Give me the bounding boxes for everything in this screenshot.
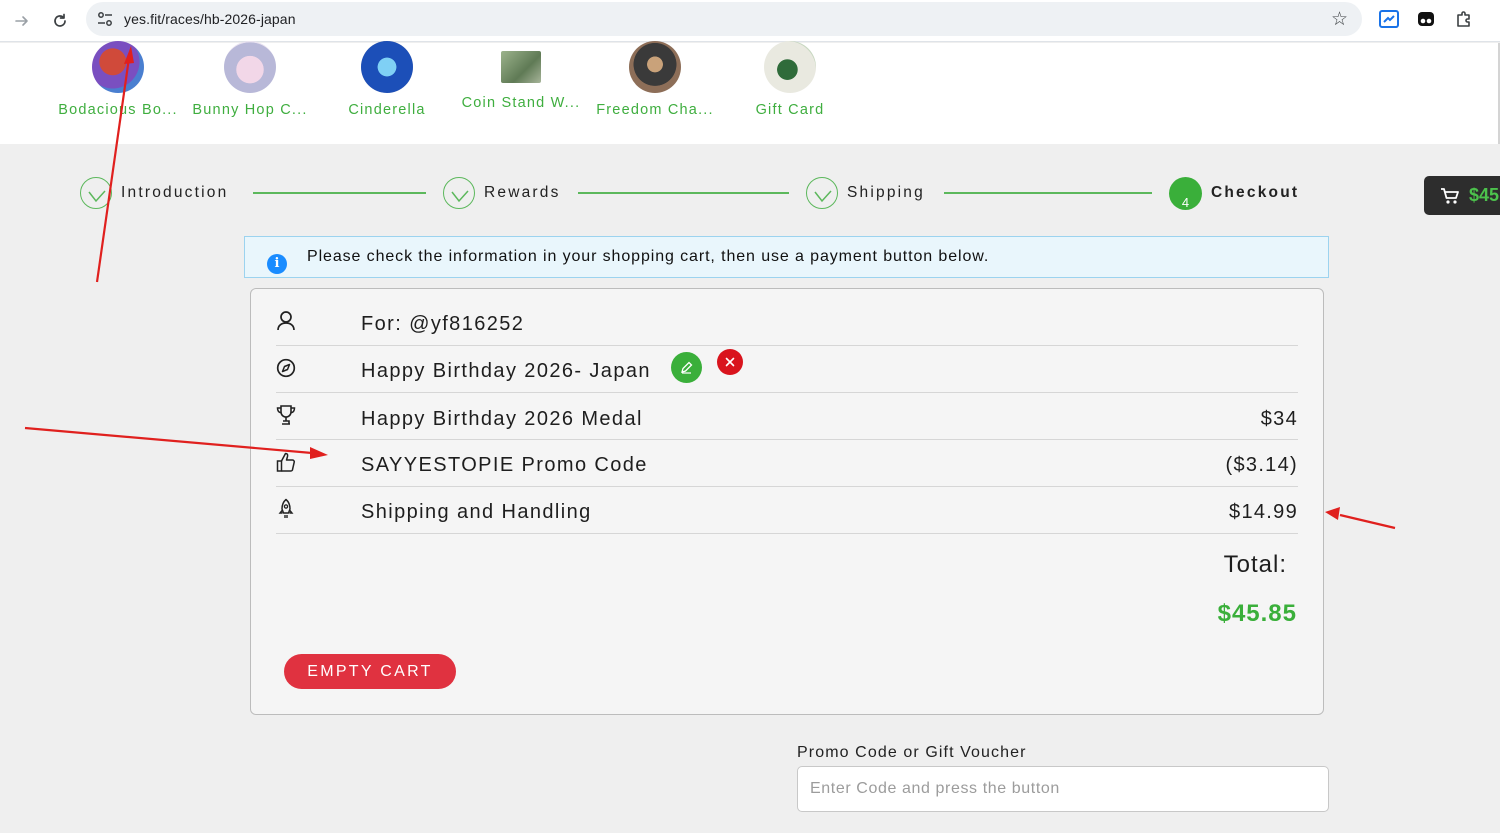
info-banner: i Please check the information in your s… [244, 236, 1329, 278]
pencil-icon [681, 361, 693, 374]
incognito-extension-icon[interactable] [1415, 8, 1437, 30]
race-name: Bodacious Bo... [58, 102, 178, 118]
reload-icon [54, 13, 66, 27]
address-bar[interactable]: yes.fit/races/hb-2026-japan ☆ [86, 2, 1362, 36]
cart-row-amount: $14.99 [1229, 501, 1298, 523]
trophy-icon [276, 405, 296, 425]
cart-summary-card: For: @yf816252 Happy Birthday 2026- Japa… [250, 288, 1324, 715]
step-label: Rewards [484, 184, 561, 201]
step-check-icon [80, 177, 112, 209]
race-thumbnail [501, 51, 541, 83]
cart-amount: $45 [1469, 185, 1500, 205]
cart-row-medal: Happy Birthday 2026 Medal $34 [276, 393, 1298, 440]
race-card[interactable]: Bunny Hop C... [185, 41, 315, 118]
step-introduction[interactable]: Introduction [80, 176, 228, 210]
cart-row-promo: SAYYESTOPIE Promo Code ($3.14) [276, 440, 1298, 487]
cart-row-amount: $34 [1260, 408, 1298, 430]
cart-row-label: For: @yf816252 [361, 313, 525, 335]
info-text: Please check the information in your sho… [307, 248, 990, 265]
race-name: Bunny Hop C... [192, 102, 308, 118]
step-number-badge: 4 [1169, 176, 1202, 210]
race-card[interactable]: Gift Card [725, 41, 855, 118]
shipping-icon [278, 498, 294, 518]
bookmark-star-icon[interactable]: ☆ [1331, 8, 1348, 31]
race-thumbnail [92, 41, 144, 93]
step-label: Checkout [1211, 184, 1300, 201]
cart-row-label: SAYYESTOPIE Promo Code [361, 454, 648, 476]
race-thumbnail [629, 41, 681, 93]
user-icon [277, 311, 295, 331]
cart-total-button[interactable]: $45 [1424, 176, 1500, 215]
race-name: Cinderella [348, 102, 426, 118]
remove-race-button[interactable] [717, 349, 743, 375]
cart-row-recipient: For: @yf816252 [276, 299, 1298, 346]
step-check-icon [806, 177, 838, 209]
race-card[interactable]: Bodacious Bo... [53, 41, 183, 118]
cart-icon [1441, 187, 1459, 204]
cart-row-shipping: Shipping and Handling $14.99 [276, 487, 1298, 534]
arrow-right-icon [15, 16, 28, 26]
race-thumbnail [764, 41, 816, 93]
annotation-arrow [1325, 507, 1396, 530]
race-name: Coin Stand W... [461, 95, 581, 111]
race-name: Gift Card [755, 102, 825, 118]
browser-toolbar: yes.fit/races/hb-2026-japan ☆ [0, 0, 1500, 42]
reload-button[interactable] [45, 6, 75, 36]
promo-code-input[interactable] [797, 766, 1329, 812]
step-connector [253, 192, 426, 194]
race-thumbnail [224, 41, 276, 93]
step-connector [578, 192, 789, 194]
race-card[interactable]: Cinderella [322, 41, 452, 118]
puzzle-extensions-icon[interactable] [1453, 8, 1475, 30]
cart-row-label: Happy Birthday 2026- Japan [361, 360, 651, 382]
thumbs-up-icon [276, 452, 295, 472]
race-thumbnail [361, 41, 413, 93]
step-label: Introduction [121, 184, 229, 201]
info-icon: i [267, 254, 287, 274]
cart-row-amount: ($3.14) [1225, 454, 1298, 476]
step-shipping[interactable]: Shipping [806, 176, 925, 210]
cart-row-label: Shipping and Handling [361, 501, 592, 523]
empty-cart-button[interactable]: EMPTY CART [284, 654, 456, 689]
total-label: Total: [1223, 551, 1287, 578]
race-carousel: Bodacious Bo... Bunny Hop C... Cinderell… [0, 41, 1500, 144]
step-label: Shipping [847, 184, 925, 201]
race-name: Freedom Cha... [596, 102, 714, 118]
close-icon [725, 357, 735, 367]
step-connector [944, 192, 1152, 194]
cart-row-label: Happy Birthday 2026 Medal [361, 408, 643, 430]
compass-icon [276, 358, 296, 378]
forward-button[interactable] [7, 6, 37, 36]
edit-race-button[interactable] [671, 352, 702, 383]
total-amount: $45.85 [1217, 600, 1297, 627]
cart-row-race: Happy Birthday 2026- Japan [276, 346, 1298, 393]
race-card[interactable]: Freedom Cha... [590, 41, 720, 118]
step-check-icon [443, 177, 475, 209]
race-card[interactable]: Coin Stand W... [456, 43, 586, 111]
cast-extension-icon[interactable] [1378, 8, 1400, 30]
promo-label: Promo Code or Gift Voucher [797, 744, 1027, 761]
site-settings-icon[interactable] [96, 10, 114, 28]
url-text[interactable]: yes.fit/races/hb-2026-japan [124, 11, 296, 27]
step-checkout[interactable]: 4 Checkout [1169, 176, 1299, 210]
step-rewards[interactable]: Rewards [443, 176, 561, 210]
